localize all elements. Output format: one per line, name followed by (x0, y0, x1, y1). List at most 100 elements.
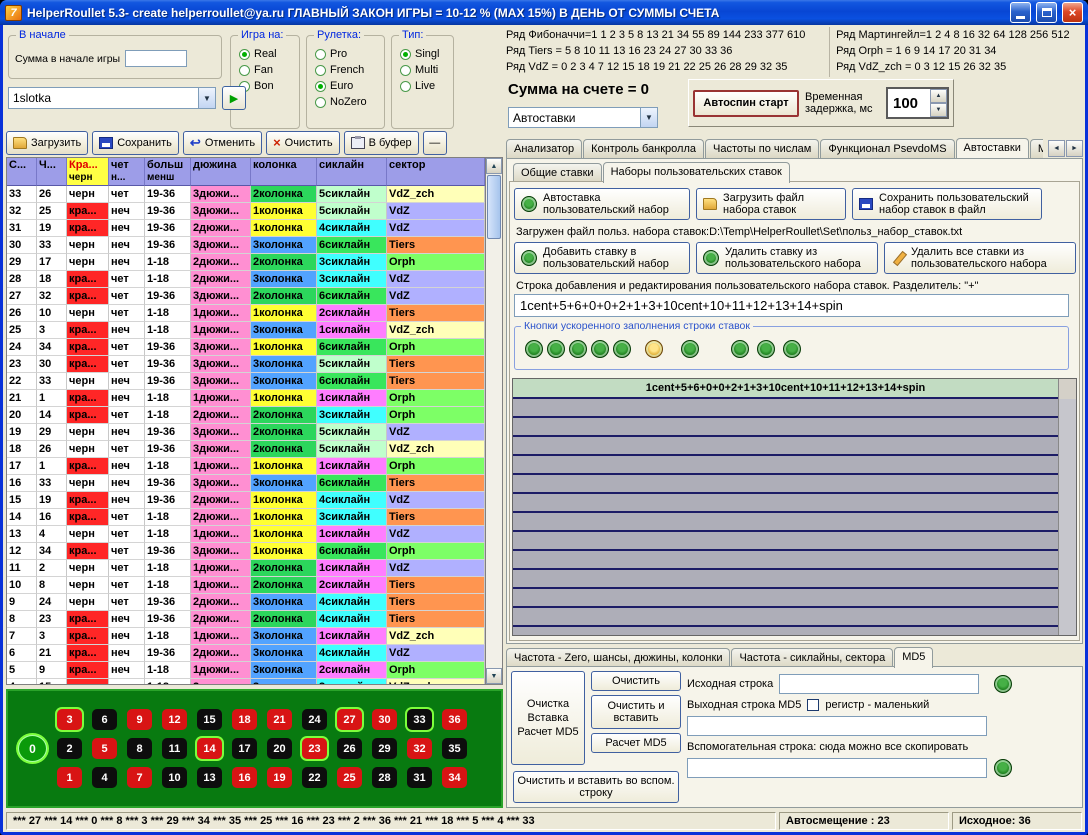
scroll-down-icon[interactable]: ▼ (486, 668, 502, 684)
board-number-21[interactable]: 21 (267, 709, 292, 730)
bet-list-row[interactable] (513, 418, 1058, 437)
board-number-28[interactable]: 28 (372, 767, 397, 788)
board-number-15[interactable]: 15 (197, 709, 222, 730)
tab-автоставки[interactable]: Автоставки (956, 138, 1029, 158)
tab-анализатор[interactable]: Анализатор (506, 139, 582, 158)
board-number-26[interactable]: 26 (337, 738, 362, 759)
tab-частоты-по-числам[interactable]: Частоты по числам (705, 139, 819, 158)
md5-all-in-one-button[interactable]: Очистка Вставка Расчет MD5 (511, 671, 585, 765)
bet-list-row[interactable] (513, 437, 1058, 456)
spinner-up-icon[interactable]: ▲ (930, 89, 947, 103)
radio-french[interactable]: French (315, 64, 384, 76)
tab-наборы-пользовательских-ставок[interactable]: Наборы пользовательских ставок (603, 162, 790, 183)
table-row[interactable]: 2917черннеч1-182дюжи...2колонка3сиклайнO… (7, 254, 485, 271)
bet-list-scroll-area[interactable] (1058, 399, 1076, 635)
start-sum-input[interactable] (125, 50, 187, 67)
table-row[interactable]: 108чернчет1-181дюжи...2колонка2сиклайнTi… (7, 577, 485, 594)
quick-bet-chip-10[interactable] (783, 340, 801, 358)
slot-select[interactable]: 1slotka ▼ (8, 87, 216, 109)
radio-singl[interactable]: Singl (400, 48, 453, 60)
table-row[interactable]: 253кра...неч1-181дюжи...3колонка1сиклайн… (7, 322, 485, 339)
board-number-8[interactable]: 8 (127, 738, 152, 759)
tab-контроль-банкролла[interactable]: Контроль банкролла (583, 139, 704, 158)
bet-list-row[interactable] (513, 456, 1058, 475)
lowercase-checkbox[interactable] (807, 699, 819, 711)
quick-bet-chip-9[interactable] (757, 340, 775, 358)
board-number-30[interactable]: 30 (372, 709, 397, 730)
board-number-11[interactable]: 11 (162, 738, 187, 759)
board-number-4[interactable]: 4 (92, 767, 117, 788)
table-row[interactable]: 134чернчет1-181дюжи...1колонка1сиклайнVd… (7, 526, 485, 543)
table-row[interactable]: 3033черннеч19-363дюжи...3колонка6сиклайн… (7, 237, 485, 254)
add-bet-button[interactable]: Добавить ставку в пользовательский набор (514, 242, 690, 274)
clear-button[interactable]: × Очистить (266, 131, 339, 155)
table-row[interactable]: 2233черннеч19-363дюжи...3колонка6сиклайн… (7, 373, 485, 390)
collapse-button[interactable]: — (423, 131, 447, 155)
undo-button[interactable]: ↩ Отменить (183, 131, 262, 155)
quick-bet-chip-7[interactable] (681, 340, 699, 358)
md5-clear-button[interactable]: Очистить (591, 671, 681, 691)
board-number-6[interactable]: 6 (92, 709, 117, 730)
chevron-down-icon[interactable]: ▼ (198, 88, 215, 108)
table-row[interactable]: 171кра...неч1-181дюжи...1колонка1сиклайн… (7, 458, 485, 475)
board-number-24[interactable]: 24 (302, 709, 327, 730)
board-number-1[interactable]: 1 (57, 767, 82, 788)
board-number-20[interactable]: 20 (267, 738, 292, 759)
board-number-12[interactable]: 12 (162, 709, 187, 730)
quick-bet-chip-4[interactable] (591, 340, 609, 358)
bet-list-row[interactable] (513, 494, 1058, 513)
bet-list-row[interactable] (513, 570, 1058, 589)
tab-md5[interactable]: MD5 (1030, 139, 1043, 158)
delete-bet-button[interactable]: Удалить ставку из пользовательского набо… (696, 242, 878, 274)
bet-list-row[interactable] (513, 475, 1058, 494)
table-row[interactable]: 1416кра...чет1-182дюжи...1колонка3сиклай… (7, 509, 485, 526)
load-bet-file-button[interactable]: Загрузить файл набора ставок (696, 188, 846, 220)
board-number-10[interactable]: 10 (162, 767, 187, 788)
table-row[interactable]: 3326чернчет19-363дюжи...2колонка5сиклайн… (7, 186, 485, 203)
tab-частота-zero-шансы-дюжины-колонки[interactable]: Частота - Zero, шансы, дюжины, колонки (506, 648, 730, 667)
board-number-23[interactable]: 23 (302, 738, 327, 759)
bet-list-row[interactable] (513, 608, 1058, 627)
radio-fan[interactable]: Fan (239, 64, 299, 76)
bet-list-row[interactable] (513, 532, 1058, 551)
table-row[interactable]: 1519кра...неч19-362дюжи...1колонка4сикла… (7, 492, 485, 509)
table-scrollbar[interactable]: ▲ ▼ (485, 158, 502, 684)
maximize-button[interactable] (1036, 2, 1057, 23)
copy-to-buffer-button[interactable]: В буфер (344, 131, 419, 155)
board-number-0[interactable]: 0 (18, 735, 47, 762)
table-row[interactable]: 3225кра...неч19-363дюжи...1колонка5сикла… (7, 203, 485, 220)
bet-string-input[interactable] (514, 294, 1069, 317)
scrollbar-thumb[interactable] (487, 175, 501, 239)
board-number-29[interactable]: 29 (372, 738, 397, 759)
radio-real[interactable]: Real (239, 48, 299, 60)
board-number-18[interactable]: 18 (232, 709, 257, 730)
board-number-34[interactable]: 34 (442, 767, 467, 788)
md5-helper-input[interactable] (687, 758, 987, 778)
scroll-up-icon[interactable]: ▲ (486, 158, 502, 174)
board-number-27[interactable]: 27 (337, 709, 362, 730)
radio-live[interactable]: Live (400, 80, 453, 92)
quick-bet-chip-6[interactable] (645, 340, 663, 358)
tab-общие-ставки[interactable]: Общие ставки (513, 163, 602, 182)
tab-scroll-left-icon[interactable]: ◄ (1048, 140, 1065, 157)
table-row[interactable]: 1633черннеч19-363дюжи...3колонка6сиклайн… (7, 475, 485, 492)
radio-multi[interactable]: Multi (400, 64, 453, 76)
chevron-down-icon[interactable]: ▼ (640, 108, 657, 127)
table-row[interactable]: 2610чернчет1-181дюжи...1колонка2сиклайнT… (7, 305, 485, 322)
table-row[interactable]: 2014кра...чет1-182дюжи...2колонка3сиклай… (7, 407, 485, 424)
md5-clear-paste-button[interactable]: Очистить и вставить (591, 695, 681, 729)
scrollbar-track[interactable] (486, 174, 502, 668)
quick-bet-chip-3[interactable] (569, 340, 587, 358)
table-row[interactable]: 2330кра...чет19-363дюжи...3колонка5сикла… (7, 356, 485, 373)
table-row[interactable]: 59кра...неч1-181дюжи...3колонка2сиклайнO… (7, 662, 485, 679)
board-number-5[interactable]: 5 (92, 738, 117, 759)
radio-pro[interactable]: Pro (315, 48, 384, 60)
bet-list-row[interactable] (513, 589, 1058, 608)
table-row[interactable]: 924чернчет19-362дюжи...3колонка4сиклайнT… (7, 594, 485, 611)
board-number-3[interactable]: 3 (57, 709, 82, 730)
table-row[interactable]: 415кра...неч1-182дюжи...3колонка3сиклайн… (7, 679, 485, 684)
table-row[interactable]: 2818кра...чет1-182дюжи...3колонка3сиклай… (7, 271, 485, 288)
autobets-select[interactable]: Автоставки ▼ (508, 107, 658, 128)
md5-clear-paste-helper-button[interactable]: Очистить и вставить во вспом. строку (513, 771, 679, 803)
bet-list-row[interactable] (513, 551, 1058, 570)
